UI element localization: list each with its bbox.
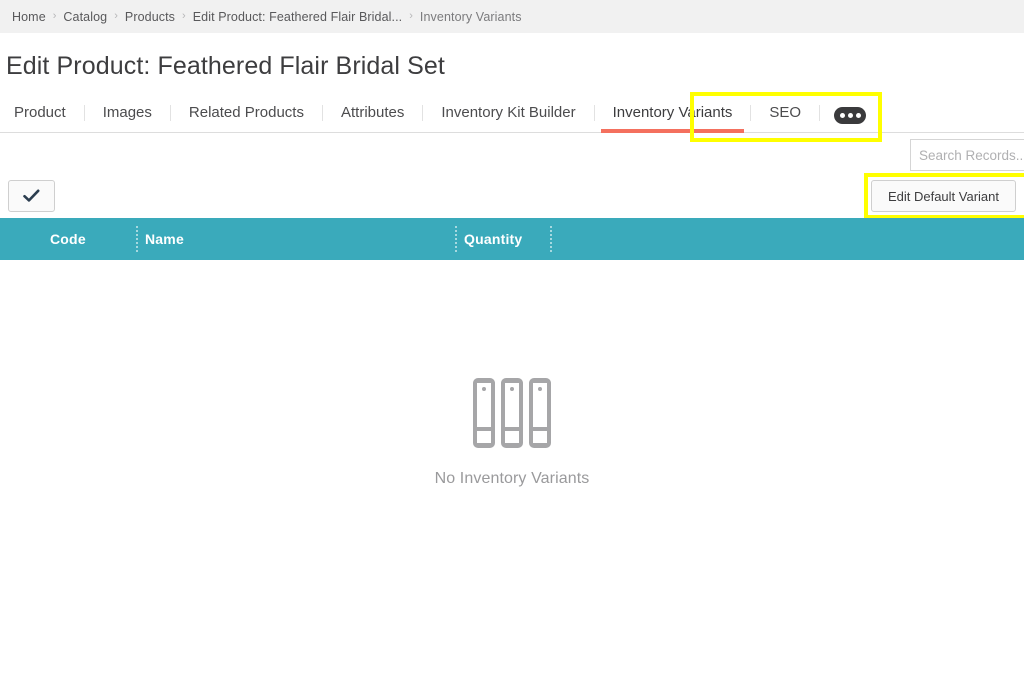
binder-shape: [473, 378, 495, 448]
tab-label: Inventory Kit Builder: [441, 104, 575, 121]
binder-dot: [482, 387, 486, 391]
column-header-quantity[interactable]: Quantity: [464, 231, 522, 247]
binder-shape: [529, 378, 551, 448]
tab-label: Inventory Variants: [613, 104, 733, 121]
empty-state-message: No Inventory Variants: [435, 470, 590, 488]
tab-label: Product: [14, 104, 66, 121]
tab-divider: [819, 105, 820, 121]
breadcrumb: Home › Catalog › Products › Edit Product…: [0, 0, 1024, 33]
tab-product[interactable]: Product: [6, 105, 84, 132]
tab-attributes[interactable]: Attributes: [323, 105, 422, 132]
breadcrumb-item-home[interactable]: Home: [6, 10, 52, 24]
tab-label: Related Products: [189, 104, 304, 121]
column-divider[interactable]: [136, 226, 138, 252]
breadcrumb-item-products[interactable]: Products: [119, 10, 181, 24]
inventory-variants-table-header: Code Name Quantity: [0, 218, 1024, 260]
breadcrumb-item-catalog[interactable]: Catalog: [57, 10, 113, 24]
binders-icon: [473, 378, 551, 448]
tab-inventory-variants[interactable]: Inventory Variants: [595, 105, 751, 132]
binder-panel: [533, 383, 547, 427]
column-header-code[interactable]: Code: [50, 231, 86, 247]
ellipsis-dot: [840, 113, 845, 118]
search-input[interactable]: [919, 148, 1024, 163]
edit-default-variant-button[interactable]: Edit Default Variant: [871, 180, 1016, 212]
empty-state: No Inventory Variants: [0, 260, 1024, 675]
tab-label: Images: [103, 104, 152, 121]
binder-panel: [505, 383, 519, 427]
column-header-name[interactable]: Name: [145, 231, 184, 247]
ellipsis-dot: [848, 113, 853, 118]
tab-bar: Product Images Related Products Attribut…: [0, 93, 1024, 133]
breadcrumb-item-inventory-variants: Inventory Variants: [414, 10, 528, 24]
confirm-selection-button[interactable]: [8, 180, 55, 212]
binder-panel: [477, 383, 491, 427]
column-divider[interactable]: [550, 226, 552, 252]
tab-seo[interactable]: SEO: [751, 105, 819, 132]
search-records-box[interactable]: [910, 139, 1024, 171]
tab-label: Attributes: [341, 104, 404, 121]
tab-label: SEO: [769, 104, 801, 121]
ellipsis-dot: [856, 113, 861, 118]
toolbar: Edit Default Variant: [0, 133, 1024, 218]
binder-foot: [533, 431, 547, 443]
binder-shape: [501, 378, 523, 448]
page-title: Edit Product: Feathered Flair Bridal Set: [0, 33, 1024, 81]
checkmark-icon: [23, 189, 40, 203]
column-divider[interactable]: [455, 226, 457, 252]
tab-images[interactable]: Images: [85, 105, 170, 132]
tab-inventory-kit-builder[interactable]: Inventory Kit Builder: [423, 105, 593, 132]
ellipsis-icon[interactable]: [834, 107, 866, 124]
binder-foot: [477, 431, 491, 443]
binder-dot: [538, 387, 542, 391]
tab-related-products[interactable]: Related Products: [171, 105, 322, 132]
binder-dot: [510, 387, 514, 391]
binder-foot: [505, 431, 519, 443]
breadcrumb-item-edit-product[interactable]: Edit Product: Feathered Flair Bridal...: [187, 10, 409, 24]
